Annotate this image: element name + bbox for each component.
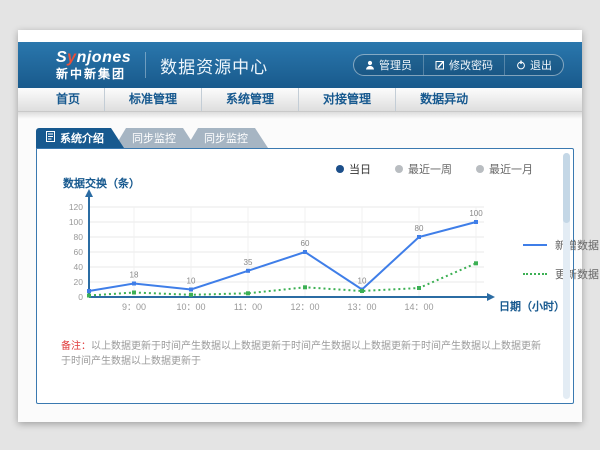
panel-scrollbar[interactable] [563, 153, 570, 399]
radio-selected-icon [336, 165, 344, 173]
header-divider [145, 52, 146, 78]
brand-logo-en: Synjones [56, 50, 131, 66]
radio-unselected-icon [395, 165, 403, 173]
user-button-label: 管理员 [379, 57, 412, 73]
window-top-strip [18, 30, 582, 42]
nav-item-standards[interactable]: 标准管理 [104, 88, 201, 111]
chart-row: 0 20 40 60 80 100 120 9：00 10：00 11：00 12：00 13：00 1… [37, 177, 573, 327]
main-nav: 首页 标准管理 系统管理 对接管理 数据异动 [18, 88, 582, 112]
tab-bar: 系统介绍 同步监控 同步监控 [36, 128, 582, 148]
chart-panel: 当日 最近一周 最近一月 0 20 40 60 80 100 120 9：00 10：00 11：… [36, 148, 574, 404]
scrollbar-thumb[interactable] [563, 153, 570, 223]
svg-text:14：00: 14：00 [404, 302, 433, 312]
logout-button[interactable]: 退出 [504, 55, 563, 75]
svg-text:35: 35 [244, 258, 253, 267]
solid-line-icon [523, 244, 547, 246]
nav-item-integration[interactable]: 对接管理 [298, 88, 395, 111]
header-actions: 管理员 修改密码 退出 [353, 54, 564, 76]
change-password-button[interactable]: 修改密码 [423, 55, 504, 75]
svg-text:60: 60 [74, 247, 84, 257]
logo-accent-letter: y [67, 49, 76, 66]
legend-item-updated-data[interactable]: 更新数据 [523, 266, 599, 282]
svg-text:12：00: 12：00 [290, 302, 319, 312]
power-icon [516, 60, 526, 70]
logout-label: 退出 [530, 57, 552, 73]
nav-item-data-changes[interactable]: 数据异动 [395, 88, 492, 111]
legend-label: 新增数据 [555, 237, 599, 253]
svg-text:80: 80 [74, 232, 84, 242]
logo-text-part: S [56, 49, 67, 66]
svg-text:13：00: 13：00 [347, 302, 376, 312]
svg-text:10: 10 [187, 277, 196, 286]
svg-text:80: 80 [415, 224, 424, 233]
user-icon [365, 60, 375, 70]
app-window: Synjones 新中新集团 数据资源中心 管理员 修改密码 [18, 30, 582, 422]
radio-unselected-icon [476, 165, 484, 173]
filter-label: 最近一周 [408, 161, 452, 177]
logo-text-part: njones [77, 49, 132, 66]
note-text: 以上数据更新于时间产生数据以上数据更新于时间产生数据以上数据更新于时间产生数据以… [61, 341, 541, 367]
edit-icon [435, 60, 445, 70]
svg-text:100: 100 [469, 209, 483, 218]
svg-text:20: 20 [74, 277, 84, 287]
note-prefix: 备注： [61, 341, 91, 352]
user-button[interactable]: 管理员 [354, 55, 423, 75]
legend-label: 更新数据 [555, 266, 599, 282]
nav-shadow [18, 112, 582, 119]
brand-logo-cn: 新中新集团 [56, 68, 131, 80]
filter-today[interactable]: 当日 [336, 161, 371, 177]
chart-legend: 新增数据 更新数据 [523, 237, 599, 282]
nav-item-home[interactable]: 首页 [32, 88, 104, 111]
filter-label: 当日 [349, 161, 371, 177]
svg-text:10：00: 10：00 [176, 302, 205, 312]
header: Synjones 新中新集团 数据资源中心 管理员 修改密码 [18, 42, 582, 88]
filter-last-month[interactable]: 最近一月 [476, 161, 533, 177]
time-range-filters: 当日 最近一周 最近一月 [37, 149, 573, 177]
svg-text:60: 60 [301, 239, 310, 248]
svg-text:120: 120 [69, 202, 83, 212]
filter-last-week[interactable]: 最近一周 [395, 161, 452, 177]
tab-label: 系统介绍 [60, 130, 104, 146]
tab-label: 同步监控 [132, 130, 176, 146]
tab-system-intro[interactable]: 系统介绍 [36, 128, 124, 148]
svg-text:9：00: 9：00 [122, 302, 146, 312]
filter-label: 最近一月 [489, 161, 533, 177]
svg-text:数据交换（条）: 数据交换（条） [63, 176, 140, 190]
tab-label: 同步监控 [204, 130, 248, 146]
svg-text:11：00: 11：00 [234, 302, 262, 312]
svg-text:40: 40 [74, 262, 84, 272]
svg-text:10: 10 [358, 277, 367, 286]
tab-sync-monitor-1[interactable]: 同步监控 [114, 128, 196, 148]
tab-sync-monitor-2[interactable]: 同步监控 [186, 128, 268, 148]
content-area: 系统介绍 同步监控 同步监控 当日 最近一周 [18, 112, 582, 422]
svg-text:0: 0 [78, 292, 83, 302]
brand-logo: Synjones 新中新集团 [56, 50, 131, 80]
dotted-line-icon [523, 273, 547, 275]
line-chart: 0 20 40 60 80 100 120 9：00 10：00 11：00 12：00 13：00 1… [59, 179, 509, 327]
svg-text:18: 18 [130, 271, 139, 280]
page-title: 数据资源中心 [160, 53, 268, 78]
change-password-label: 修改密码 [449, 57, 493, 73]
footer-note: 备注：以上数据更新于时间产生数据以上数据更新于时间产生数据以上数据更新于时间产生… [61, 339, 547, 369]
document-icon [46, 131, 55, 145]
nav-item-system[interactable]: 系统管理 [201, 88, 298, 111]
svg-text:100: 100 [69, 217, 83, 227]
legend-item-new-data[interactable]: 新增数据 [523, 237, 599, 253]
svg-text:日期（小时）: 日期（小时） [499, 299, 565, 313]
